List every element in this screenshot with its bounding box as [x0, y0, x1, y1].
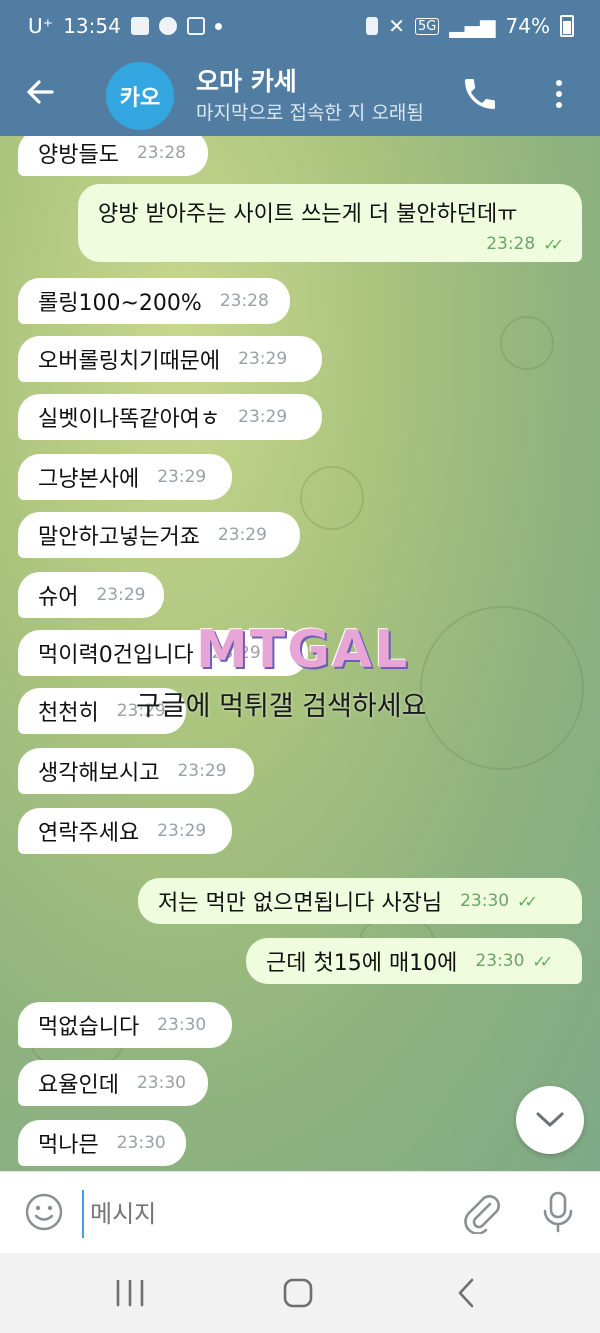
call-button[interactable] [460, 74, 500, 114]
microphone-icon [543, 1191, 573, 1233]
read-check-icon: ✓✓ [543, 234, 564, 254]
message-text: 연락주세요 [38, 821, 140, 846]
message-text: 슈어 [38, 585, 79, 610]
message-incoming[interactable]: 먹나믄 23:30 [18, 1120, 186, 1166]
message-time: 23:28 [136, 143, 186, 163]
message-incoming[interactable]: 오버롤링치기때문에 23:29 [18, 336, 322, 382]
battery-icon [560, 15, 574, 37]
back-button[interactable] [22, 74, 70, 118]
back-icon [458, 1278, 474, 1308]
message-incoming[interactable]: 생각해보시고 23:29 [18, 748, 254, 794]
n-notification-icon [158, 17, 177, 35]
message-incoming[interactable]: 슈어 23:29 [18, 572, 164, 618]
message-outgoing[interactable]: 근데 첫15에 매10에 23:30 ✓✓ [246, 938, 582, 984]
message-incoming[interactable]: 요율인데 23:30 [18, 1060, 208, 1106]
message-time: 23:30 [460, 891, 510, 911]
message-time: 23:29 [177, 761, 227, 781]
home-icon [283, 1278, 313, 1308]
message-time: 23:29 [238, 407, 288, 427]
system-navigation-bar [0, 1253, 600, 1333]
more-vertical-icon [556, 80, 562, 86]
watermark-text: 구글에 먹튀갤 검색하세요 [136, 691, 427, 722]
background-doodle [420, 606, 584, 770]
message-incoming[interactable]: 실벳이나똑같아여ㅎ 23:29 [18, 394, 322, 440]
emoji-button[interactable] [24, 1192, 64, 1232]
clock: 13:54 [63, 14, 121, 38]
mute-icon: ✕ [388, 14, 406, 38]
recent-apps-icon [116, 1279, 144, 1307]
message-time: 23:29 [96, 585, 146, 605]
message-time: 23:29 [217, 525, 267, 545]
message-incoming[interactable]: 먹없습니다 23:30 [18, 1002, 232, 1048]
message-text: 근데 첫15에 매10에 [266, 951, 458, 976]
chevron-down-icon [536, 1112, 564, 1127]
network-type: 5G [415, 17, 440, 35]
message-time: 23:30 [116, 1133, 166, 1153]
message-time: 23:30 [136, 1073, 186, 1093]
message-text: 오버롤링치기때문에 [38, 349, 221, 374]
message-time: 23:30 [157, 1015, 207, 1035]
read-check-icon: ✓✓ [532, 951, 553, 971]
background-doodle [500, 316, 554, 370]
message-outgoing[interactable]: 양방 받아주는 사이트 쓰는게 더 불안하던데ㅠ 23:28 ✓✓ [78, 184, 582, 262]
watermark-logo: MTGAL [196, 620, 410, 680]
more-menu-button[interactable] [545, 74, 573, 114]
message-text: 말안하고넣는거죠 [38, 525, 200, 550]
chat-title[interactable]: 오마 카세 [196, 62, 297, 98]
message-incoming[interactable]: 그냥본사에 23:29 [18, 454, 232, 500]
message-text: 먹나믄 [38, 1133, 99, 1158]
battery-percent: 74% [505, 14, 550, 38]
message-time: 23:28 [486, 234, 536, 254]
message-incoming[interactable]: 연락주세요 23:29 [18, 808, 232, 854]
message-text: 롤링100~200% [38, 291, 202, 316]
chat-area[interactable]: 양방들도 23:28 양방 받아주는 사이트 쓰는게 더 불안하던데ㅠ 23:2… [0, 136, 600, 1171]
message-text: 천천히 [38, 701, 99, 726]
read-check-icon: ✓✓ [517, 891, 538, 911]
message-text: 생각해보시고 [38, 761, 160, 786]
scroll-to-bottom-button[interactable] [516, 1086, 584, 1154]
paperclip-icon [464, 1195, 500, 1235]
message-time: 23:29 [157, 821, 207, 841]
more-notifications-icon [214, 22, 222, 30]
home-button[interactable] [276, 1273, 320, 1313]
recent-apps-button[interactable] [108, 1273, 152, 1313]
voice-message-button[interactable] [540, 1190, 576, 1234]
message-incoming[interactable]: 말안하고넣는거죠 23:29 [18, 512, 300, 558]
message-incoming[interactable]: 롤링100~200% 23:28 [18, 278, 290, 324]
background-doodle [300, 466, 364, 530]
carrier-label: U⁺ [28, 14, 54, 38]
message-text: 실벳이나똑같아여ㅎ [38, 407, 221, 432]
message-text: 요율인데 [38, 1073, 119, 1098]
battery-saver-icon [366, 17, 379, 35]
message-outgoing[interactable]: 저는 먹만 없으면됩니다 사장님 23:30 ✓✓ [138, 878, 582, 924]
message-text: 양방 받아주는 사이트 쓰는게 더 불안하던데ㅠ [98, 202, 518, 227]
gallery-notification-icon [130, 17, 149, 35]
message-composer [0, 1171, 600, 1254]
arrow-left-icon [27, 80, 54, 104]
chat-header: 카오 오마 카세 마지막으로 접속한 지 오래됨 [0, 56, 600, 136]
message-time: 23:30 [475, 951, 525, 971]
message-text: 먹이력0건입니다 [38, 643, 194, 668]
message-text: 그냥본사에 [38, 467, 140, 492]
status-bar: U⁺ 13:54 ✕ 5G ▂▄▆ 74% [0, 0, 600, 56]
cake-notification-icon [186, 17, 205, 35]
message-text: 저는 먹만 없으면됩니다 사장님 [158, 891, 443, 916]
last-seen-status: 마지막으로 접속한 지 오래됨 [196, 102, 424, 124]
message-input[interactable] [82, 1190, 432, 1238]
signal-icon: ▂▄▆ [449, 14, 496, 38]
message-text: 양방들도 [38, 143, 119, 168]
emoji-icon [25, 1193, 63, 1231]
message-time: 23:28 [219, 291, 269, 311]
system-back-button[interactable] [446, 1273, 490, 1313]
avatar[interactable]: 카오 [106, 62, 174, 130]
message-time: 23:29 [157, 467, 207, 487]
attach-button[interactable] [460, 1190, 502, 1235]
message-incoming[interactable]: 양방들도 23:28 [18, 136, 208, 176]
message-text: 먹없습니다 [38, 1015, 140, 1040]
phone-icon [465, 79, 495, 109]
message-time: 23:29 [238, 349, 288, 369]
